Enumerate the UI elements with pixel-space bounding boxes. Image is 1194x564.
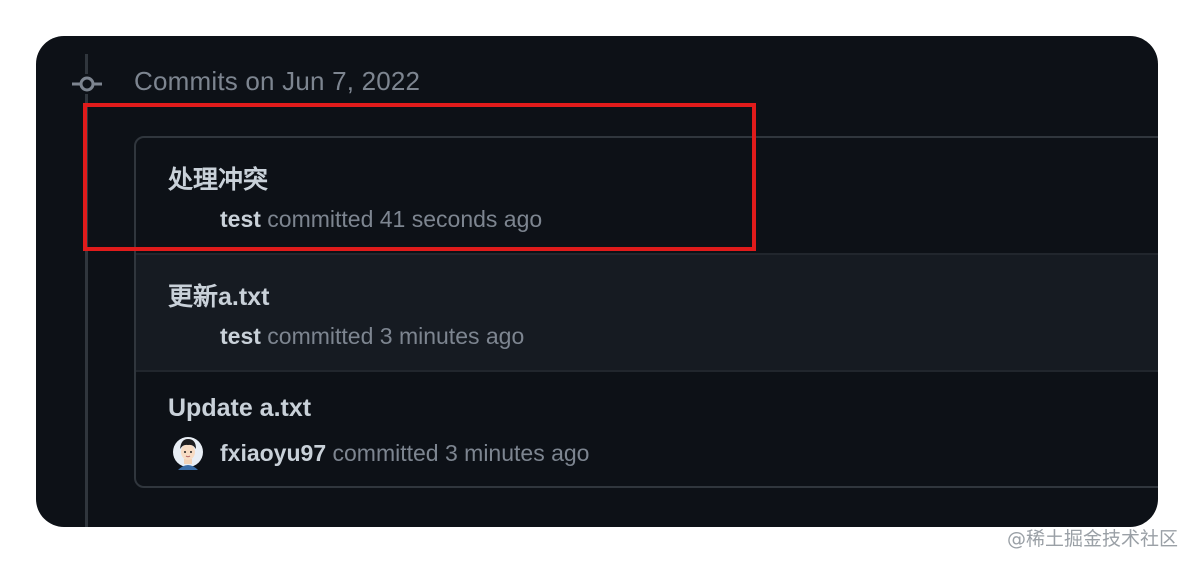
commit-title-link[interactable]: 更新a.txt bbox=[168, 277, 269, 313]
git-commit-icon bbox=[72, 74, 102, 94]
commit-meta: test committed 3 minutes ago bbox=[220, 323, 524, 350]
commit-author-link[interactable]: fxiaoyu97 bbox=[220, 440, 326, 466]
commit-author-link[interactable]: test bbox=[220, 206, 261, 232]
commit-meta: test committed 41 seconds ago bbox=[220, 206, 542, 233]
commit-history-panel: Commits on Jun 7, 2022 处理冲突 test committ… bbox=[36, 36, 1158, 527]
commit-author-link[interactable]: test bbox=[220, 323, 261, 349]
commit-list: 处理冲突 test committed 41 seconds ago 更新a.t… bbox=[134, 136, 1158, 488]
commit-row[interactable]: 处理冲突 test committed 41 seconds ago bbox=[136, 138, 1158, 255]
commit-time: committed 3 minutes ago bbox=[332, 440, 590, 466]
commit-title-link[interactable]: 处理冲突 bbox=[168, 160, 268, 196]
commit-time: committed 3 minutes ago bbox=[267, 323, 525, 349]
commit-title-link[interactable]: Update a.txt bbox=[168, 394, 311, 423]
watermark: @稀土掘金技术社区 bbox=[1006, 528, 1178, 550]
commit-time: committed 41 seconds ago bbox=[267, 206, 543, 232]
commit-meta: fxiaoyu97 committed 3 minutes ago bbox=[220, 440, 589, 467]
timeline-line bbox=[85, 54, 88, 527]
commit-group-title: Commits on Jun 7, 2022 bbox=[134, 66, 421, 96]
commit-row[interactable]: 更新a.txt test committed 3 minutes ago bbox=[136, 255, 1158, 372]
commit-row[interactable]: Update a.txt fxiaoyu97 committed 3 minut… bbox=[136, 372, 1158, 486]
user-avatar-icon[interactable] bbox=[172, 432, 204, 472]
